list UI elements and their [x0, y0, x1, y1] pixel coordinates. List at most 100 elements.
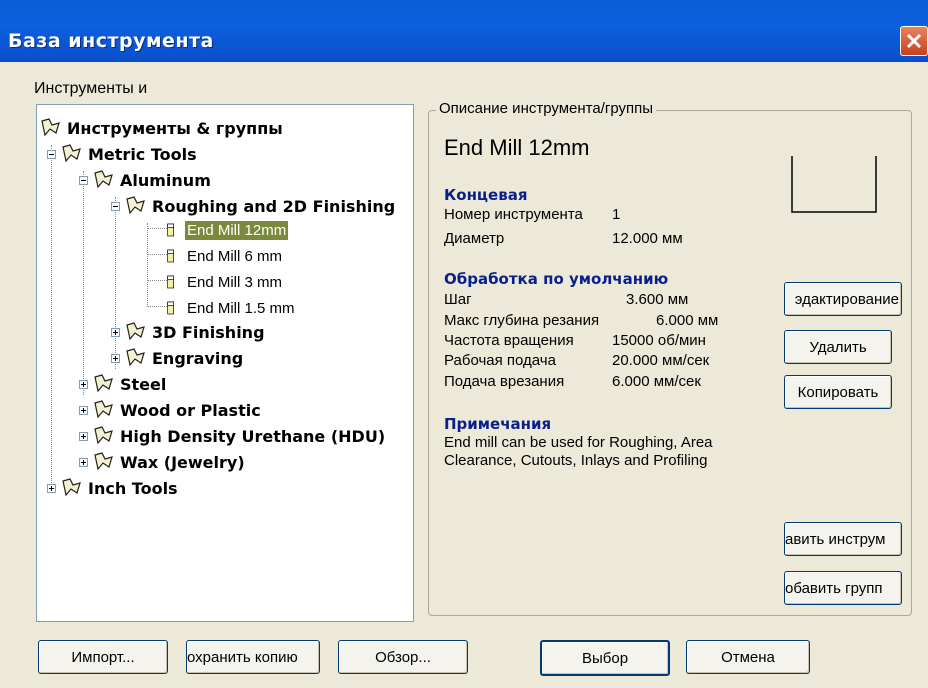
- select-button[interactable]: Выбор: [540, 640, 670, 676]
- tree-label-wood: Wood or Plastic: [120, 400, 261, 420]
- end-mill-icon: [167, 301, 174, 315]
- expand-toggle[interactable]: [79, 405, 88, 415]
- collapse-toggle[interactable]: [79, 175, 88, 185]
- tree-leaf-label: End Mill 1.5 mm: [187, 299, 295, 317]
- field-value: 3.600 мм: [626, 291, 689, 308]
- expand-toggle[interactable]: [111, 353, 120, 363]
- defaults-heading: Обработка по умолчанию: [444, 270, 669, 288]
- tree-node-roughing[interactable]: Roughing and 2D Finishing: [111, 193, 395, 219]
- tree-label-metric-tools: Metric Tools: [88, 144, 197, 164]
- tree-node-inch-tools[interactable]: Inch Tools: [47, 475, 178, 501]
- copy-button[interactable]: Копировать: [784, 375, 892, 409]
- expand-toggle[interactable]: [79, 379, 88, 389]
- cancel-button[interactable]: Отмена: [686, 640, 810, 674]
- field-label: Рабочая подача: [444, 352, 556, 369]
- tree-label-wax: Wax (Jewelry): [120, 452, 245, 472]
- browse-button-label: Обзор...: [375, 648, 431, 666]
- select-button-label: Выбор: [581, 649, 629, 667]
- tool-group-icon: [126, 322, 145, 341]
- tool-group-icon: [94, 426, 113, 445]
- edit-button[interactable]: эдактирование: [784, 282, 902, 316]
- tree-leaf-label: End Mill 6 mm: [187, 247, 283, 265]
- tree-node-metric-tools[interactable]: Metric Tools: [47, 141, 197, 167]
- expand-toggle[interactable]: [111, 327, 120, 337]
- field-value: 1: [612, 206, 621, 223]
- end-mill-icon: [167, 249, 174, 263]
- field-label: Частота вращения: [444, 332, 574, 349]
- tool-group-icon: [126, 348, 145, 367]
- tree-leaf-tool[interactable]: End Mill 6 mm: [165, 243, 284, 269]
- tool-name: End Mill 12mm: [444, 135, 590, 160]
- tool-group-icon: [94, 400, 113, 419]
- add-group-button[interactable]: обавить групп: [784, 571, 902, 605]
- copy-button-label: Копировать: [797, 383, 879, 401]
- expand-toggle[interactable]: [47, 483, 56, 493]
- close-button[interactable]: [900, 26, 928, 56]
- field-label: Макс глубина резания: [444, 312, 600, 329]
- expand-toggle[interactable]: [79, 457, 88, 467]
- delete-button-label: Удалить: [809, 338, 867, 356]
- tool-group-icon: [62, 478, 81, 497]
- tree-label-hdu: High Density Urethane (HDU): [120, 426, 386, 446]
- tree-node-aluminum[interactable]: Aluminum: [79, 167, 211, 193]
- tree-label-aluminum: Aluminum: [120, 170, 211, 190]
- add-group-button-label: обавить групп: [785, 579, 883, 597]
- tree-node-hdu[interactable]: High Density Urethane (HDU): [79, 423, 385, 449]
- tree-leaf-label: End Mill 3 mm: [187, 273, 283, 291]
- tree-leaf-tool[interactable]: End Mill 12mm: [165, 217, 289, 243]
- save-copy-button[interactable]: охранить копию: [186, 640, 320, 674]
- delete-button[interactable]: Удалить: [784, 330, 892, 364]
- field-label: Подача врезания: [444, 373, 565, 390]
- tree-node-engraving[interactable]: Engraving: [111, 345, 243, 371]
- tree-node-3d-finishing[interactable]: 3D Finishing: [111, 319, 265, 345]
- end-mill-icon: [167, 275, 174, 289]
- field-value: 6.000 мм: [656, 312, 719, 329]
- tool-group-icon: [94, 374, 113, 393]
- browse-button[interactable]: Обзор...: [338, 640, 468, 674]
- tree-label-steel: Steel: [120, 374, 167, 394]
- tree-label-root: Инструменты & группы: [67, 118, 283, 138]
- tool-tree[interactable]: Инструменты & группы Metric Tools Alumin…: [36, 104, 414, 622]
- tool-group-icon: [62, 144, 81, 163]
- collapse-toggle[interactable]: [47, 149, 56, 159]
- tool-group-icon: [126, 196, 145, 215]
- import-button[interactable]: Импорт...: [38, 640, 168, 674]
- field-label: Диаметр: [444, 230, 505, 247]
- notes-heading: Примечания: [444, 415, 552, 433]
- import-button-label: Импорт...: [71, 648, 135, 666]
- add-tool-button-label: авить инструм: [785, 530, 886, 548]
- cancel-button-label: Отмена: [721, 648, 775, 666]
- field-value: 6.000 мм/сек: [612, 373, 701, 390]
- tree-label-inch-tools: Inch Tools: [88, 478, 178, 498]
- expand-toggle[interactable]: [79, 431, 88, 441]
- tool-group-icon: [94, 452, 113, 471]
- add-tool-button[interactable]: авить инструм: [784, 522, 902, 556]
- tree-node-steel[interactable]: Steel: [79, 371, 166, 397]
- tool-group-icon: [41, 118, 60, 137]
- tree-node-wood[interactable]: Wood or Plastic: [79, 397, 261, 423]
- field-value: 12.000 мм: [612, 230, 683, 247]
- tree-label-roughing: Roughing and 2D Finishing: [152, 196, 396, 216]
- details-legend: Описание инструмента/группы: [436, 100, 657, 117]
- tree-section-label: Инструменты и: [34, 80, 148, 97]
- tool-type-heading: Концевая: [444, 186, 528, 204]
- tree-node-wax[interactable]: Wax (Jewelry): [79, 449, 245, 475]
- collapse-toggle[interactable]: [111, 201, 120, 211]
- field-value: 15000 об/мин: [612, 332, 706, 349]
- window-title: База инструмента: [8, 30, 214, 52]
- field-value: 20.000 мм/сек: [612, 352, 710, 369]
- notes-text: End mill can be used for Roughing, Area …: [444, 434, 713, 469]
- end-mill-icon: [167, 223, 174, 237]
- tree-leaf-tool[interactable]: End Mill 1.5 mm: [165, 295, 297, 321]
- tree-leaf-tool[interactable]: End Mill 3 mm: [165, 269, 284, 295]
- save-copy-button-label: охранить копию: [187, 648, 298, 666]
- edit-button-label: эдактирование: [794, 290, 899, 308]
- tool-group-icon: [94, 170, 113, 189]
- tree-leaf-label-selected: End Mill 12mm: [185, 220, 289, 240]
- tree-node-root[interactable]: Инструменты & группы: [39, 115, 283, 141]
- tool-shape-preview: [791, 156, 877, 213]
- field-label: Шаг: [444, 291, 472, 308]
- field-label: Номер инструмента: [444, 206, 583, 223]
- title-bar: База инструмента: [0, 0, 928, 62]
- tree-label-engraving: Engraving: [152, 348, 244, 368]
